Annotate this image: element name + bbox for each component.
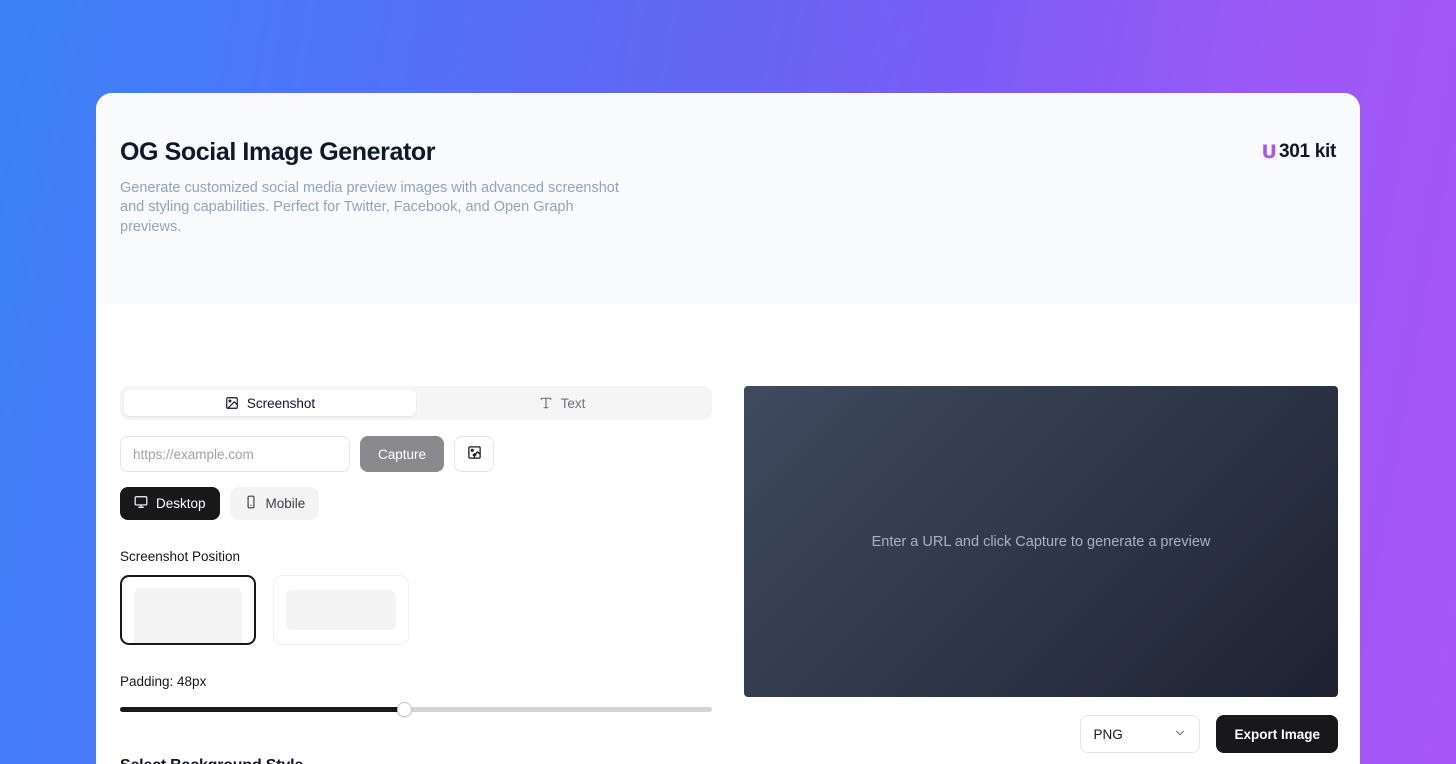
position-option-top[interactable] xyxy=(120,575,256,645)
padding-slider[interactable] xyxy=(120,701,712,717)
position-option-center[interactable] xyxy=(273,575,409,645)
background-style-title: Select Background Style xyxy=(120,757,712,764)
url-input[interactable] xyxy=(120,436,350,472)
image-upload-button[interactable] xyxy=(454,436,495,472)
brand-u-icon: U xyxy=(1261,140,1277,163)
tab-text-label: Text xyxy=(560,395,586,411)
slider-fill xyxy=(120,707,405,712)
slider-thumb[interactable] xyxy=(397,702,413,717)
image-icon xyxy=(225,396,239,410)
smartphone-icon xyxy=(244,495,258,512)
export-format-select[interactable]: PNG xyxy=(1080,715,1201,753)
capture-button[interactable]: Capture xyxy=(360,436,445,472)
type-icon xyxy=(539,396,553,410)
app-card: OG Social Image Generator Generate custo… xyxy=(96,93,1360,764)
screenshot-position-group xyxy=(120,575,712,645)
tab-screenshot[interactable]: Screenshot xyxy=(124,390,416,416)
screenshot-position-label: Screenshot Position xyxy=(120,549,241,564)
device-toggle-group: Desktop Mobile xyxy=(120,487,712,520)
app-header: OG Social Image Generator Generate custo… xyxy=(96,93,1360,304)
url-capture-row: Capture xyxy=(120,436,712,472)
export-image-button[interactable]: Export Image xyxy=(1216,715,1338,753)
mode-tab-group: Screenshot Text xyxy=(120,386,712,420)
preview-column: Enter a URL and click Capture to generat… xyxy=(744,386,1338,764)
page-subtitle: Generate customized social media preview… xyxy=(120,179,619,235)
tab-text[interactable]: Text xyxy=(416,390,708,416)
export-row: PNG Export Image xyxy=(744,715,1338,753)
device-mobile-label: Mobile xyxy=(265,496,306,511)
tab-screenshot-label: Screenshot xyxy=(246,395,316,411)
device-desktop-button[interactable]: Desktop xyxy=(120,487,220,520)
padding-label: Padding: 48px xyxy=(120,674,207,689)
image-upload-icon xyxy=(467,445,482,463)
brand-logo: U 301 kit xyxy=(1262,141,1337,163)
monitor-icon xyxy=(134,495,148,512)
page-title: OG Social Image Generator xyxy=(120,138,436,166)
brand-name: 301 kit xyxy=(1278,141,1336,162)
device-mobile-button[interactable]: Mobile xyxy=(229,487,320,520)
preview-placeholder-text: Enter a URL and click Capture to generat… xyxy=(871,533,1211,550)
chevron-down-icon xyxy=(1173,726,1187,743)
export-format-value: PNG xyxy=(1093,726,1123,742)
device-desktop-label: Desktop xyxy=(156,496,206,511)
preview-panel: Enter a URL and click Capture to generat… xyxy=(744,386,1338,697)
app-body: Screenshot Text Capture xyxy=(96,304,1360,764)
position-preview-shape xyxy=(286,590,396,630)
position-preview-shape xyxy=(134,588,242,643)
controls-column: Screenshot Text Capture xyxy=(120,386,712,764)
